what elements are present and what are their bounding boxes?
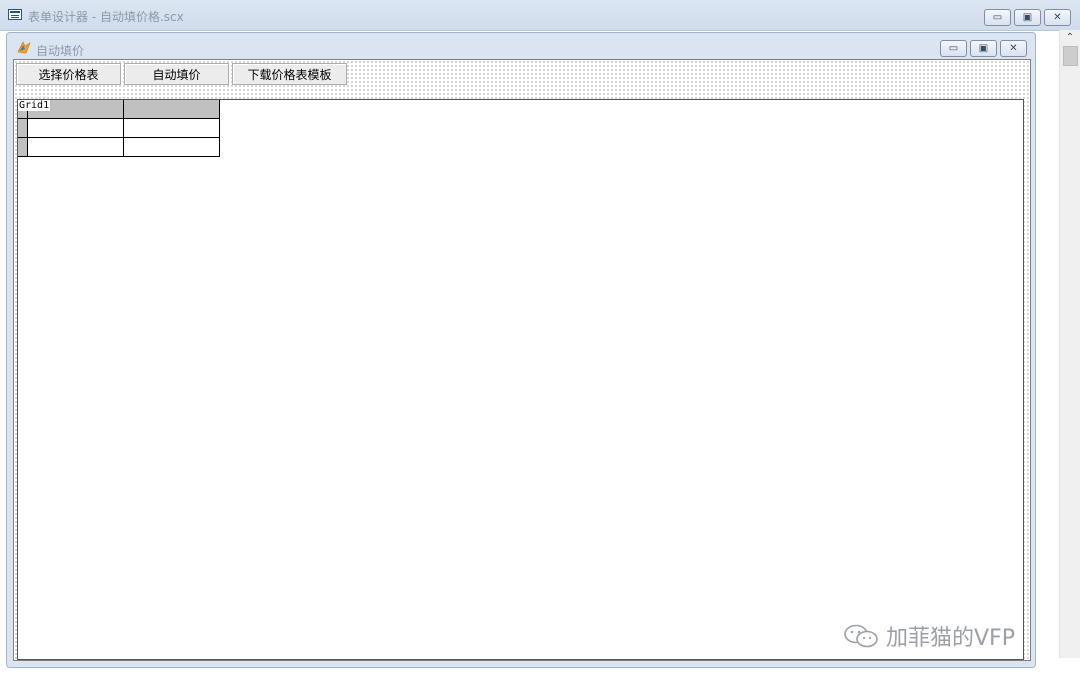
designer-title-bar: 表单设计器 - 自动填价格.scx ▭ ▣ ✕ [0,0,1080,31]
designer-restore-button[interactable]: ▣ [1014,9,1041,26]
select-price-table-button[interactable]: 选择价格表 [16,63,121,85]
scrollbar-thumb[interactable] [1063,46,1078,66]
grid-column-header-2[interactable] [124,100,220,119]
grid-cell[interactable] [28,138,124,157]
form-icon [17,41,31,54]
form-close-button[interactable]: ✕ [1000,40,1027,57]
grid-row-selector-2[interactable] [18,138,28,157]
form-title-bar: 自动填价 ▭ ▣ ✕ [7,33,1035,59]
auto-fill-price-button[interactable]: 自动填价 [124,63,229,85]
grid-cell[interactable] [124,138,220,157]
grid-name-label: Grid1 [18,100,51,111]
form-window-controls: ▭ ▣ ✕ [940,40,1027,57]
designer-window-controls: ▭ ▣ ✕ [984,9,1071,26]
form-title: 自动填价 [36,44,85,58]
download-template-button[interactable]: 下载价格表模板 [232,63,347,85]
grid-cell[interactable] [28,119,124,138]
vertical-scrollbar[interactable]: ⌃ [1059,30,1080,658]
designer-minimize-button[interactable]: ▭ [984,9,1011,26]
form-window: 自动填价 ▭ ▣ ✕ 选择价格表 自动填价 下载价格表模板 Grid1 [6,32,1036,668]
grid-control[interactable]: Grid1 [17,99,1024,660]
wechat-icon [844,624,878,648]
form-designer-icon [8,9,22,20]
watermark: 加菲猫的VFP [842,620,1015,652]
form-canvas[interactable]: 选择价格表 自动填价 下载价格表模板 Grid1 [13,59,1031,661]
watermark-text: 加菲猫的VFP [886,626,1015,651]
form-minimize-button[interactable]: ▭ [940,40,967,57]
designer-close-button[interactable]: ✕ [1044,9,1071,26]
grid-row-selector-1[interactable] [18,119,28,138]
form-restore-button[interactable]: ▣ [970,40,997,57]
grid-cell[interactable] [124,119,220,138]
designer-window-title: 表单设计器 - 自动填价格.scx [28,10,184,24]
scroll-up-arrow-icon[interactable]: ⌃ [1060,32,1080,43]
